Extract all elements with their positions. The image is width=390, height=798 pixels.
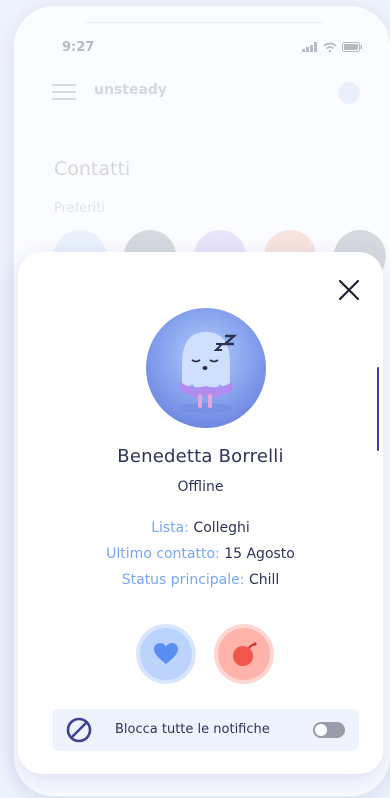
info-label: Status principale: — [121, 572, 245, 588]
user-avatar[interactable] — [338, 82, 360, 104]
heart-icon — [154, 643, 178, 664]
info-value: Colleghi — [193, 520, 250, 536]
contact-status: Offline — [177, 479, 224, 495]
contact-detail-sheet: Benedetta Borrelli Offline Lista: Colleg… — [18, 252, 383, 774]
signal-icon — [302, 42, 317, 52]
info-row-last-contact: Ultimo contatto: 15 Agosto — [18, 546, 383, 562]
wifi-icon — [323, 42, 337, 52]
battery-icon — [342, 42, 362, 52]
block-notifications-toggle[interactable] — [313, 722, 345, 738]
info-label: Lista: — [151, 520, 189, 536]
info-value: Chill — [248, 572, 280, 588]
status-time: 9:27 — [62, 40, 95, 55]
contact-name: Benedetta Borrelli — [117, 446, 284, 467]
scroll-indicator[interactable] — [377, 367, 379, 451]
block-notifications-label: Blocca tutte le notifiche — [115, 722, 270, 737]
heart-button[interactable] — [140, 628, 192, 680]
toggle-knob — [315, 724, 327, 736]
notch-line — [84, 22, 324, 23]
info-row-list: Lista: Colleghi — [18, 520, 383, 536]
app-title: unsteady — [94, 82, 168, 98]
info-label: Ultimo contatto: — [106, 546, 220, 562]
bomb-button[interactable] — [218, 628, 270, 680]
info-value: 15 Agosto — [224, 546, 295, 562]
block-icon — [66, 717, 92, 743]
status-bar: 9:27 — [14, 40, 390, 60]
close-icon[interactable] — [337, 278, 361, 302]
menu-icon[interactable] — [52, 84, 76, 102]
sleeping-ghost-icon — [146, 308, 266, 428]
status-icons — [302, 42, 362, 52]
contacts-title: Contatti — [54, 158, 131, 180]
block-notifications-row: Blocca tutte le notifiche — [52, 709, 359, 751]
favorites-label: Preferiti — [54, 201, 105, 216]
bomb-icon — [233, 642, 257, 666]
info-row-main-status: Status principale: Chill — [18, 572, 383, 588]
